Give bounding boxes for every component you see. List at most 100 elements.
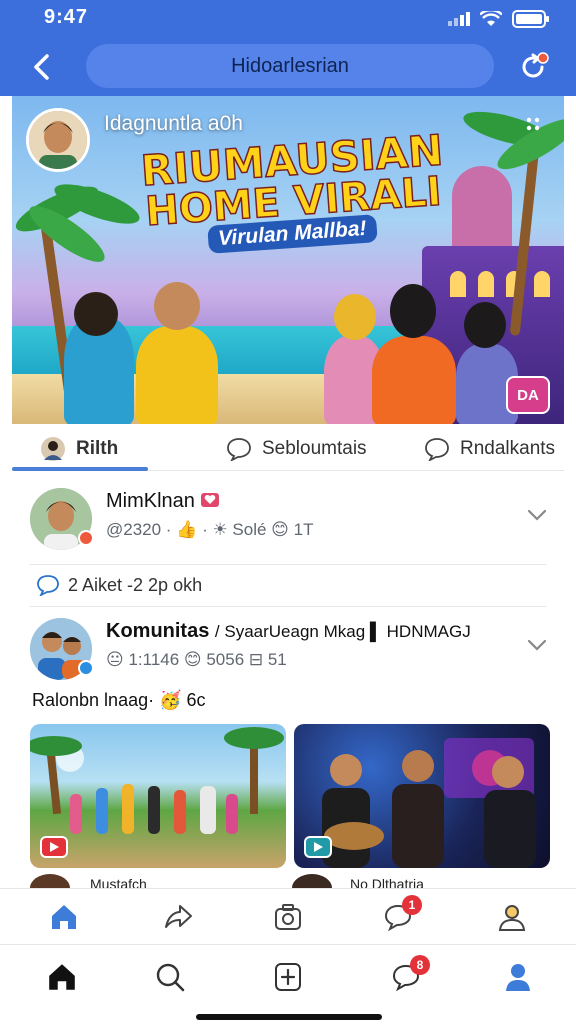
next-row-peek: Mustafch No Dlthatria: [30, 874, 550, 888]
post-author-name: Komunitas: [106, 620, 210, 642]
post-meta: @2320 · 👍 · ☀ Solé 😊 1T: [106, 520, 314, 539]
thumbnail-scene: [322, 738, 536, 868]
post-author-extra: / SyaarUeagn Mkag ▌ HDNMAGJ: [214, 622, 471, 641]
hero-badge-label: DA: [517, 386, 539, 404]
avatar: [292, 874, 332, 888]
post-komunitas[interactable]: Komunitas / SyaarUeagn Mkag ▌ HDNMAGJ 😐 …: [30, 618, 550, 688]
post-author: MimKlnan: [106, 490, 220, 513]
refresh-button[interactable]: [514, 48, 552, 86]
battery-icon: [512, 10, 549, 28]
avatar-face-icon: [29, 111, 87, 169]
page-title: Hidoarlesrian: [231, 54, 349, 77]
nav-profile[interactable]: [498, 957, 538, 997]
comment-summary-text: 2 Aiket -2 2p okh: [68, 574, 203, 595]
avatar: [30, 874, 70, 888]
nav-home[interactable]: [44, 897, 84, 937]
nav-add[interactable]: [268, 957, 308, 997]
comment-summary[interactable]: 2 Aiket -2 2p okh: [36, 574, 202, 596]
status-icons: [448, 10, 550, 28]
person-head: [334, 294, 376, 340]
person: [136, 326, 218, 424]
channel-name: Idagnuntla a0h: [104, 112, 243, 135]
status-bar: 9:47: [0, 0, 576, 40]
top-app-bar: 9:47 Hidoarlesrian: [0, 0, 576, 96]
tab-sebloumtais[interactable]: Sebloumtais: [226, 426, 367, 472]
home-icon: [49, 964, 75, 990]
post-options-button[interactable]: [524, 502, 550, 528]
hero-window: [478, 271, 494, 297]
home-indicator: [196, 1014, 382, 1020]
channel-avatar[interactable]: [26, 108, 90, 172]
comment-icon: [227, 438, 251, 461]
profile-icon: [498, 905, 526, 931]
post-mimklnan[interactable]: MimKlnan @2320 · 👍 · ☀ Solé 😊 1T: [30, 488, 550, 558]
tab-rilth[interactable]: Rilth: [40, 426, 118, 472]
divider: [30, 564, 546, 565]
bottom-nav-secondary: 1: [0, 888, 576, 944]
video-thumbnail[interactable]: [294, 724, 550, 868]
back-button[interactable]: [24, 50, 58, 84]
heart-icon: [201, 493, 220, 507]
online-badge: [78, 530, 94, 546]
tab-label: Rilth: [76, 438, 119, 459]
person-head: [390, 284, 436, 338]
person-head: [154, 282, 200, 330]
person-head: [74, 292, 118, 336]
more-options-button[interactable]: [522, 110, 544, 140]
hero-title: RIUMAUSIAN HOME VIRALI: [138, 125, 445, 236]
refresh-icon: [522, 52, 549, 78]
nav-profile[interactable]: [492, 897, 532, 937]
thumbnail-scene: [30, 727, 284, 834]
profile-icon: [506, 964, 530, 991]
hero-badge[interactable]: DA: [506, 376, 550, 414]
share-icon: [165, 905, 192, 928]
tab-active-indicator: [12, 467, 148, 471]
post-author-name: MimKlnan: [106, 490, 195, 512]
comment-icon: [425, 438, 449, 461]
post-options-button[interactable]: [524, 632, 550, 658]
avatar-icon: [41, 437, 65, 461]
nav-camera[interactable]: [268, 897, 308, 937]
chevron-down-icon: [527, 509, 547, 521]
play-icon: [314, 842, 323, 852]
signal-icon: [448, 12, 470, 26]
notification-badge: 1: [402, 895, 422, 915]
person-head: [464, 302, 506, 348]
bottom-nav-primary: 8: [0, 944, 576, 1024]
nav-chat[interactable]: 8: [386, 955, 430, 997]
status-time: 9:47: [44, 6, 89, 28]
hero-window: [450, 271, 466, 297]
post-author: Komunitas / SyaarUeagn Mkag ▌ HDNMAGJ: [106, 620, 471, 643]
post-meta: 😐 1:1146 😊 5056 ⊟ 51: [106, 650, 287, 669]
header-row: Hidoarlesrian: [0, 40, 576, 94]
add-icon: [275, 963, 301, 991]
post-caption: Ralonbn lnaag· 🥳 6c: [32, 690, 206, 710]
wifi-icon: [480, 11, 502, 26]
divider: [30, 606, 546, 607]
search-icon: [156, 963, 185, 992]
verified-badge: [78, 660, 94, 676]
home-icon: [52, 905, 76, 929]
notification-badge: 8: [410, 955, 430, 975]
camera-icon: [275, 904, 301, 930]
hero-banner[interactable]: Idagnuntla a0h RIUMAUSIAN HOME VIRALI Vi…: [12, 96, 564, 424]
play-button[interactable]: [40, 836, 68, 858]
peek-name: Mustafch: [90, 876, 147, 888]
hero-window: [534, 271, 550, 297]
nav-home[interactable]: [42, 957, 82, 997]
video-thumbnail[interactable]: [30, 724, 286, 868]
person: [372, 336, 456, 424]
page-title-pill[interactable]: Hidoarlesrian: [86, 44, 494, 88]
nav-share[interactable]: [158, 897, 198, 937]
tab-rndalkants[interactable]: Rndalkants: [424, 426, 555, 472]
tab-bar: Rilth Sebloumtais Rndalkants: [12, 426, 564, 472]
tab-label: Sebloumtais: [262, 438, 367, 459]
peek-name: No Dlthatria: [350, 876, 424, 888]
chevron-left-icon: [34, 54, 49, 80]
play-icon: [50, 842, 59, 852]
more-dots-icon: [526, 117, 540, 131]
nav-search[interactable]: [150, 957, 190, 997]
nav-chat[interactable]: 1: [378, 895, 422, 937]
play-button[interactable]: [304, 836, 332, 858]
chevron-down-icon: [527, 639, 547, 651]
